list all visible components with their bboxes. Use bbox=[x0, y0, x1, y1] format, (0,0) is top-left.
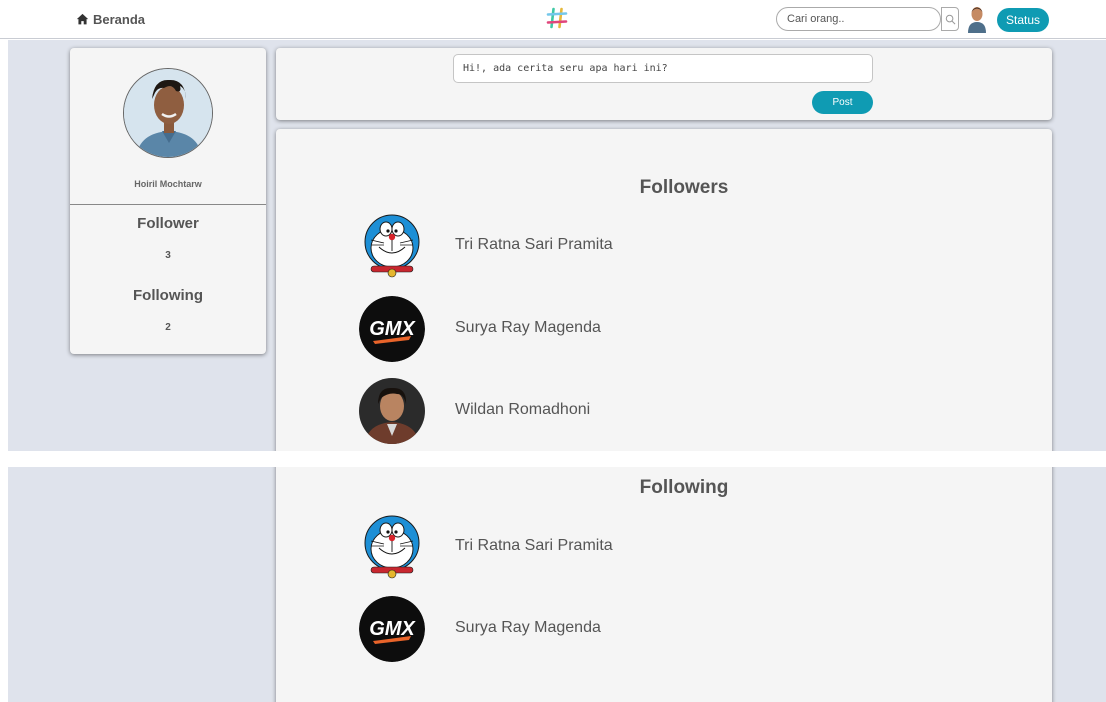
following-stat-label[interactable]: Following bbox=[70, 287, 266, 304]
follower-name[interactable]: Surya Ray Magenda bbox=[455, 319, 601, 337]
follower-stat-label[interactable]: Follower bbox=[70, 215, 266, 232]
followers-card: Followers Tri Ratna Sari Pramita GMX Sur… bbox=[276, 129, 1052, 451]
followers-title: Followers bbox=[639, 177, 729, 198]
search-input[interactable] bbox=[776, 7, 941, 31]
profile-divider bbox=[70, 204, 266, 205]
profile-avatar[interactable] bbox=[123, 68, 213, 158]
status-input[interactable] bbox=[453, 54, 873, 83]
home-link[interactable]: Beranda bbox=[76, 12, 145, 27]
gmx-logo-avatar: GMX bbox=[359, 296, 425, 362]
photo-avatar bbox=[359, 378, 425, 444]
search-button[interactable] bbox=[941, 7, 959, 31]
profile-card: Hoiril Mochtarw Follower 3 Following 2 bbox=[70, 48, 266, 354]
list-item[interactable]: Tri Ratna Sari Pramita bbox=[359, 213, 959, 279]
home-icon bbox=[76, 13, 89, 25]
profile-name: Hoiril Mochtarw bbox=[134, 179, 202, 189]
main-content-top: Hoiril Mochtarw Follower 3 Following 2 P… bbox=[8, 40, 1106, 451]
list-item[interactable]: Tri Ratna Sari Pramita bbox=[359, 514, 959, 580]
hashtag-logo-icon[interactable] bbox=[545, 6, 569, 30]
doraemon-avatar bbox=[359, 514, 425, 580]
following-name[interactable]: Tri Ratna Sari Pramita bbox=[455, 537, 613, 555]
profile-photo-icon bbox=[124, 69, 212, 157]
search-icon bbox=[945, 14, 956, 25]
list-item[interactable]: Wildan Romadhoni bbox=[359, 378, 959, 444]
list-item[interactable]: GMX Surya Ray Magenda bbox=[359, 596, 959, 662]
follower-name[interactable]: Tri Ratna Sari Pramita bbox=[455, 236, 613, 254]
post-composer: Post bbox=[276, 48, 1052, 120]
main-content-bottom: Following Tri Ratna Sari Pramita GMX Sur… bbox=[8, 467, 1106, 702]
follower-count: 3 bbox=[165, 250, 171, 261]
top-navbar: Beranda Status bbox=[0, 0, 1106, 39]
post-button[interactable]: Post bbox=[812, 91, 873, 114]
following-title: Following bbox=[639, 477, 729, 498]
doraemon-avatar bbox=[359, 213, 425, 279]
following-count: 2 bbox=[165, 322, 171, 333]
follower-name[interactable]: Wildan Romadhoni bbox=[455, 401, 590, 419]
user-avatar-icon[interactable] bbox=[967, 5, 987, 33]
home-label: Beranda bbox=[93, 12, 146, 27]
following-name[interactable]: Surya Ray Magenda bbox=[455, 619, 601, 637]
following-card: Following Tri Ratna Sari Pramita GMX Sur… bbox=[276, 467, 1052, 702]
gmx-logo-avatar: GMX bbox=[359, 596, 425, 662]
status-button[interactable]: Status bbox=[997, 8, 1049, 32]
list-item[interactable]: GMX Surya Ray Magenda bbox=[359, 296, 959, 362]
